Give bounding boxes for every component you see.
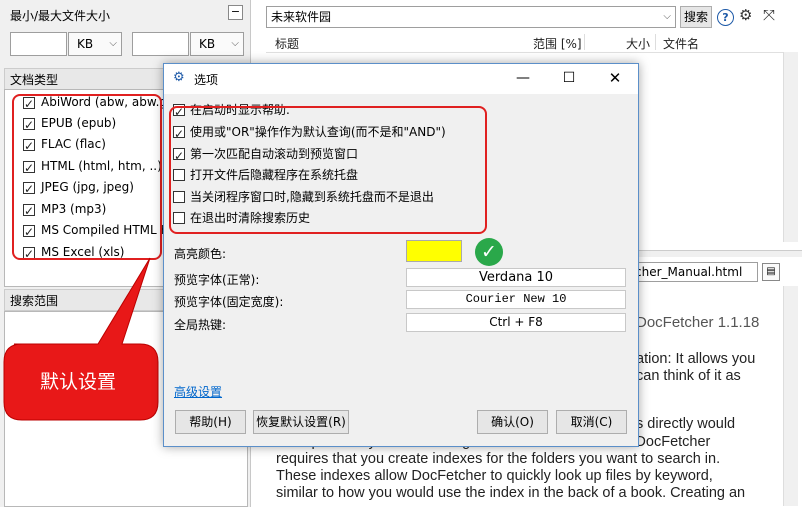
preview-filename-text: cher_Manual.html <box>635 265 743 279</box>
options-highlight <box>169 106 487 234</box>
preview-line: similar to how you would use the index i… <box>276 485 746 501</box>
preview-filename: cher_Manual.html <box>630 262 758 282</box>
minimize-icon[interactable]: — <box>508 67 538 89</box>
callout-shape <box>3 257 159 421</box>
font-normal-label: 预览字体(正常): <box>174 273 260 287</box>
font-fixed-label: 预览字体(固定宽度): <box>174 295 284 309</box>
filetype-title: 文档类型 <box>10 73 59 87</box>
advanced-settings-link[interactable]: 高级设置 <box>174 383 222 400</box>
max-size-unit-select[interactable]: KB ⌵ <box>190 32 244 56</box>
min-size-input[interactable] <box>10 32 67 56</box>
filesize-title: 最小/最大文件大小 <box>10 9 111 23</box>
preview-line: s directly would <box>636 416 736 432</box>
gear-icon[interactable]: ⚙ <box>739 6 752 24</box>
dialog-title: 选项 <box>194 73 219 87</box>
results-scrollbar[interactable] <box>783 52 798 242</box>
column-score[interactable]: 范围 [%] <box>533 35 582 52</box>
chevron-down-icon[interactable]: ⌵ <box>663 7 671 27</box>
filesize-collapse-button[interactable]: − <box>228 5 243 20</box>
help-icon[interactable]: ? <box>717 9 734 26</box>
filetype-highlight <box>12 94 162 260</box>
highlight-color-swatch[interactable] <box>406 240 462 262</box>
help-button[interactable]: 帮助(H) <box>175 410 246 434</box>
chevron-down-icon: ⌵ <box>109 38 117 49</box>
options-dialog: ⚙ 选项 — ☐ ✕ 在启动时显示帮助. 使用或"OR"操作作为默认查询(而不是… <box>163 63 639 447</box>
font-normal-value[interactable]: Verdana 10 <box>406 268 626 287</box>
ok-button[interactable]: 确认(O) <box>477 410 548 434</box>
preview-line: requires that you create indexes for the… <box>276 451 721 467</box>
preview-scrollbar[interactable] <box>783 286 798 506</box>
hotkey-label: 全局热键: <box>174 318 227 332</box>
cancel-button[interactable]: 取消(C) <box>556 410 627 434</box>
maximize-pane-icon[interactable]: ⤧ <box>763 6 775 24</box>
callout-text: 默认设置 <box>40 371 117 393</box>
max-size-input[interactable] <box>132 32 189 56</box>
search-button[interactable]: 搜索 <box>680 6 712 28</box>
highlight-color-label: 高亮颜色: <box>174 247 227 261</box>
preview-line: These indexes allow DocFetcher to quickl… <box>276 468 713 484</box>
maximize-icon[interactable]: ☐ <box>554 67 584 89</box>
hotkey-value[interactable]: Ctrl + F8 <box>406 313 626 332</box>
column-filename[interactable]: 文件名 <box>663 35 699 52</box>
preview-heading: DocFetcher 1.1.18 <box>636 314 760 331</box>
column-divider <box>584 34 585 50</box>
results-header <box>266 32 796 53</box>
callout-bubble <box>3 257 159 421</box>
chevron-down-icon: ⌵ <box>231 38 239 49</box>
column-divider <box>655 34 656 50</box>
check-circle-icon: ✓ <box>475 238 503 266</box>
column-size[interactable]: 大小 <box>626 35 650 52</box>
preview-line: can think of it as <box>636 368 741 384</box>
max-size-unit-label: KB <box>199 37 216 51</box>
search-input[interactable]: 未来软件园 ⌵ <box>266 6 676 28</box>
min-size-unit-label: KB <box>77 37 94 51</box>
search-query: 未来软件园 <box>271 10 332 24</box>
close-icon[interactable]: ✕ <box>600 67 630 89</box>
restore-defaults-button[interactable]: 恢复默认设置(R) <box>253 410 349 434</box>
font-fixed-value[interactable]: Courier New 10 <box>406 290 626 309</box>
app-icon: ⚙ <box>173 70 185 85</box>
html-view-icon[interactable]: ▤ <box>762 263 780 281</box>
preview-line: ation: It allows you <box>636 351 756 367</box>
column-title[interactable]: 标题 <box>275 35 299 52</box>
min-size-unit-select[interactable]: KB ⌵ <box>68 32 122 56</box>
